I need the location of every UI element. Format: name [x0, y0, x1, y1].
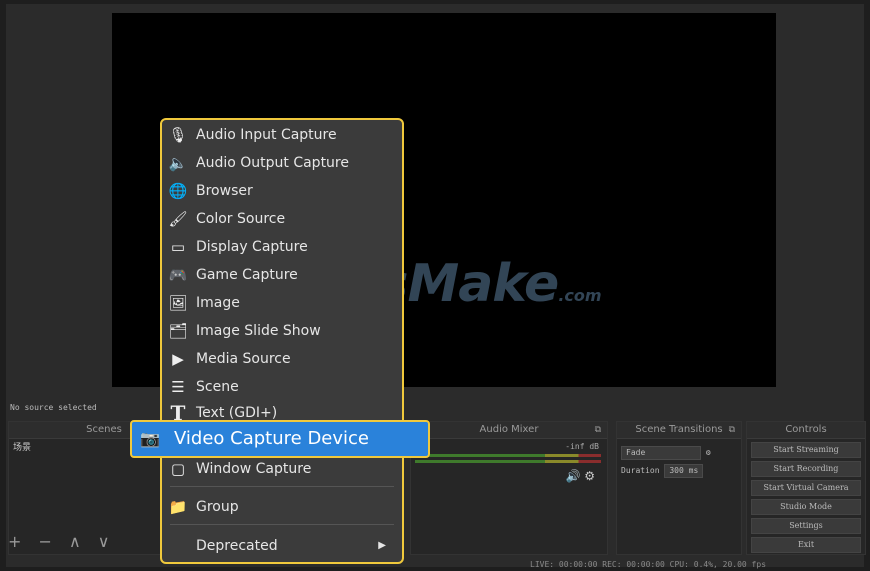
- audio-mixer-dock: Audio Mixer ⧉ -inf dB 🔊 ⚙: [410, 421, 608, 555]
- add-source-menu: 🎙 Audio Input Capture 🔈 Audio Output Captu…: [160, 118, 404, 564]
- folder-icon: 📁: [168, 498, 188, 516]
- camera-icon: 📷: [140, 429, 160, 448]
- controls-dock: Controls Start Streaming Start Recording…: [746, 421, 866, 555]
- undock-icon[interactable]: ⧉: [595, 422, 601, 438]
- image-icon: 🖼: [168, 294, 188, 312]
- menu-item-audio-input-capture[interactable]: 🎙 Audio Input Capture: [162, 122, 402, 148]
- undock-icon[interactable]: ⧉: [729, 422, 735, 438]
- menu-item-window-capture[interactable]: ▢ Window Capture: [162, 456, 402, 482]
- start-streaming-button[interactable]: Start Streaming: [751, 442, 861, 458]
- slideshow-icon: 🗂: [168, 322, 188, 340]
- microphone-icon: 🎙: [168, 126, 188, 144]
- menu-separator: [170, 524, 394, 525]
- gamepad-icon: 🎮: [168, 266, 188, 284]
- controls-title: Controls: [747, 422, 865, 439]
- duration-label: Duration: [621, 466, 660, 475]
- status-bar: LIVE: 00:00:00 REC: 00:00:00 CPU: 0.4%, …: [530, 560, 767, 569]
- menu-item-media-source[interactable]: ▶ Media Source: [162, 346, 402, 372]
- monitor-icon: ▭: [170, 238, 186, 256]
- transitions-title: Scene Transitions: [635, 424, 723, 435]
- start-virtual-camera-button[interactable]: Start Virtual Camera: [751, 480, 861, 496]
- gear-icon[interactable]: ⚙: [706, 448, 711, 457]
- menu-item-game-capture[interactable]: 🎮 Game Capture: [162, 262, 402, 288]
- menu-item-group[interactable]: 📁 Group: [162, 494, 402, 520]
- volume-meter: [415, 460, 601, 463]
- scene-toolbar[interactable]: + − ∧ ∨: [8, 532, 116, 551]
- menu-item-video-capture-device[interactable]: 📷 Video Capture Device: [130, 420, 430, 458]
- menu-item-deprecated[interactable]: Deprecated ▶: [162, 533, 402, 559]
- submenu-arrow-icon: ▶: [378, 540, 386, 551]
- exit-button[interactable]: Exit: [751, 537, 861, 553]
- menu-item-image[interactable]: 🖼 Image: [162, 290, 402, 316]
- menu-item-scene[interactable]: ☰ Scene: [162, 374, 402, 400]
- scene-transitions-dock: Scene Transitions ⧉ Fade ⚙ Duration 300 m…: [616, 421, 742, 555]
- window-icon: ▢: [170, 460, 186, 478]
- source-status-text: No source selected: [10, 403, 97, 412]
- mixer-db-readout: -inf dB: [565, 442, 599, 451]
- brush-icon: 🖌: [168, 210, 188, 228]
- volume-meter: [415, 454, 601, 457]
- globe-icon: 🌐: [168, 182, 188, 200]
- menu-item-display-capture[interactable]: ▭ Display Capture: [162, 234, 402, 260]
- menu-item-image-slide-show[interactable]: 🗂 Image Slide Show: [162, 318, 402, 344]
- menu-item-browser[interactable]: 🌐 Browser: [162, 178, 402, 204]
- mixer-mute-settings[interactable]: 🔊 ⚙: [565, 469, 595, 483]
- speaker-icon: 🔈: [168, 154, 188, 172]
- list-icon: ☰: [171, 378, 185, 396]
- audio-mixer-title: Audio Mixer: [479, 424, 539, 435]
- menu-separator: [170, 486, 394, 487]
- menu-item-audio-output-capture[interactable]: 🔈 Audio Output Capture: [162, 150, 402, 176]
- menu-item-color-source[interactable]: 🖌 Color Source: [162, 206, 402, 232]
- transition-type-select[interactable]: Fade: [621, 446, 701, 460]
- start-recording-button[interactable]: Start Recording: [751, 461, 861, 477]
- duration-input[interactable]: 300 ms: [664, 464, 704, 478]
- studio-mode-button[interactable]: Studio Mode: [751, 499, 861, 515]
- settings-button[interactable]: Settings: [751, 518, 861, 534]
- play-icon: ▶: [172, 350, 184, 368]
